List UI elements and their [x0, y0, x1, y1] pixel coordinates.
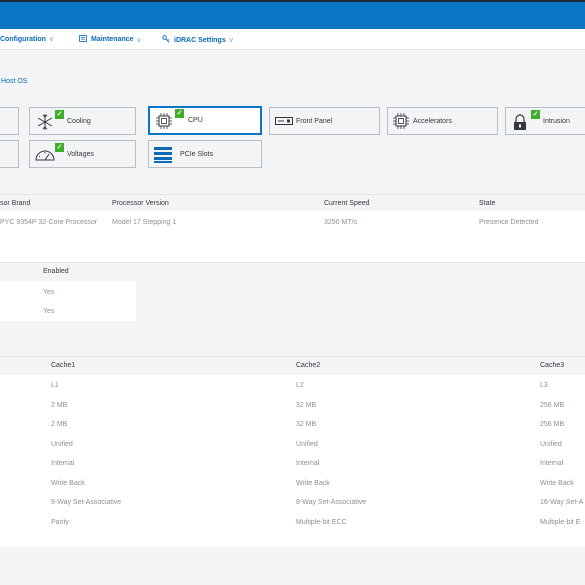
- tile-pcie-slots[interactable]: PCIe Slots: [148, 140, 262, 168]
- table-cell: Internal: [51, 460, 75, 467]
- table-cell: 8-Way Set-Associative: [51, 499, 122, 506]
- tile-accelerators[interactable]: Accelerators: [387, 107, 498, 135]
- tile-front-panel[interactable]: Front Panel: [269, 107, 380, 135]
- col-header-version: Processor Version: [112, 200, 169, 207]
- table-cell: 256 MB: [540, 402, 565, 409]
- nav-configuration-label: Configuration: [0, 35, 46, 43]
- processor-row: PYC 9354P 32-Core Processor Model 17 Ste…: [0, 211, 585, 262]
- enabled-rows: Yes Yes: [0, 281, 136, 321]
- table-cell: 16-Way Set-A: [540, 499, 584, 506]
- table-cell: 32 MB: [296, 402, 317, 409]
- table-cell: Write Back: [296, 480, 330, 487]
- key-icon: [162, 35, 170, 45]
- tile-cooling-label: Cooling: [67, 117, 91, 125]
- table-cell: Internal: [540, 460, 564, 467]
- tile-intrusion[interactable]: ✓ Intrusion: [505, 107, 585, 135]
- front-panel-icon: [275, 117, 293, 127]
- processor-version-value: Model 17 Stepping 1: [112, 219, 177, 226]
- col-header-enabled: Enabled: [43, 268, 69, 275]
- table-cell: Multiple-bit ECC: [296, 519, 347, 526]
- nav-maintenance-label: Maintenance: [91, 36, 134, 43]
- divider: [0, 356, 585, 357]
- col-header-state: State: [479, 200, 496, 207]
- nav-configuration[interactable]: Configuration ∨: [0, 35, 55, 44]
- tile-pcie-slots-label: PCIe Slots: [180, 150, 214, 158]
- table-cell: L1: [51, 382, 59, 389]
- tile-cpu-label: CPU: [188, 117, 203, 124]
- table-cell: Unified: [540, 441, 562, 448]
- ok-check-icon: ✓: [175, 109, 184, 118]
- tile-partial-left-1[interactable]: [0, 107, 19, 135]
- table-cell: 2 MB: [51, 402, 68, 409]
- ok-check-icon: ✓: [531, 110, 540, 119]
- nav-idrac-settings[interactable]: iDRAC Settings ∨: [162, 35, 234, 45]
- chevron-down-icon: ∨: [48, 36, 55, 43]
- table-cell: L3: [540, 382, 548, 389]
- tile-intrusion-label: Intrusion: [543, 117, 570, 125]
- ok-check-icon: ✓: [55, 143, 64, 152]
- enabled-value: Yes: [43, 289, 55, 296]
- table-cell: L2: [296, 382, 304, 389]
- cache-table-body: L1 L2 L3 2 MB 32 MB 256 MB 2 MB 32 MB 25…: [0, 375, 585, 547]
- table-cell: 8-Way Set-Associative: [296, 499, 367, 506]
- top-navigation: Configuration ∨ Maintenance ∨ iDRAC Sett…: [0, 29, 585, 50]
- maintenance-icon: [79, 35, 87, 44]
- col-header-cache2: Cache2: [296, 362, 321, 369]
- ok-check-icon: ✓: [55, 110, 64, 119]
- tile-accelerators-label: Accelerators: [413, 117, 452, 125]
- table-cell: Write Back: [51, 480, 85, 487]
- nav-idrac-settings-label: iDRAC Settings: [174, 36, 226, 44]
- pcie-slots-icon: [154, 146, 172, 166]
- processor-speed-value: 3250 MT/s: [324, 219, 358, 226]
- table-cell: Multiple-bit E: [540, 519, 581, 526]
- breadcrumb[interactable]: Host OS: [1, 78, 27, 85]
- col-header-brand: sor Brand: [0, 200, 31, 207]
- tile-voltages[interactable]: ✓ Voltages: [29, 140, 136, 168]
- header-bar: [0, 0, 585, 29]
- table-cell: 32 MB: [296, 421, 317, 428]
- divider: [0, 262, 585, 263]
- enabled-value: Yes: [43, 308, 55, 315]
- cpu-chip-icon: [155, 112, 173, 132]
- table-cell: Internal: [296, 460, 320, 467]
- table-cell: Unified: [296, 441, 318, 448]
- processor-brand-value: PYC 9354P 32-Core Processor: [0, 219, 98, 226]
- table-cell: 256 MB: [540, 421, 565, 428]
- divider: [0, 194, 585, 195]
- table-cell: Unified: [51, 441, 73, 448]
- table-cell: Write Back: [540, 480, 574, 487]
- snowflake-icon: [36, 113, 54, 133]
- tile-partial-left-2[interactable]: [0, 140, 19, 168]
- col-header-cache3: Cache3: [540, 362, 565, 369]
- chevron-down-icon: ∨: [228, 37, 234, 44]
- nav-maintenance[interactable]: Maintenance ∨: [79, 35, 142, 44]
- lock-icon: [512, 114, 528, 133]
- tile-cooling[interactable]: ✓ Cooling: [29, 107, 136, 135]
- chevron-down-icon: ∨: [136, 36, 142, 44]
- accelerator-chip-icon: [392, 112, 410, 132]
- col-header-cache1: Cache1: [51, 362, 76, 369]
- table-cell: 2 MB: [51, 421, 68, 428]
- tile-voltages-label: Voltages: [67, 150, 94, 158]
- col-header-speed: Current Speed: [324, 200, 370, 207]
- gauge-icon: [35, 149, 55, 163]
- tile-front-panel-label: Front Panel: [296, 117, 333, 125]
- tile-cpu[interactable]: ✓ CPU: [148, 106, 262, 135]
- table-cell: Parity: [51, 519, 69, 526]
- processor-state-value: Presence Detected: [479, 219, 539, 226]
